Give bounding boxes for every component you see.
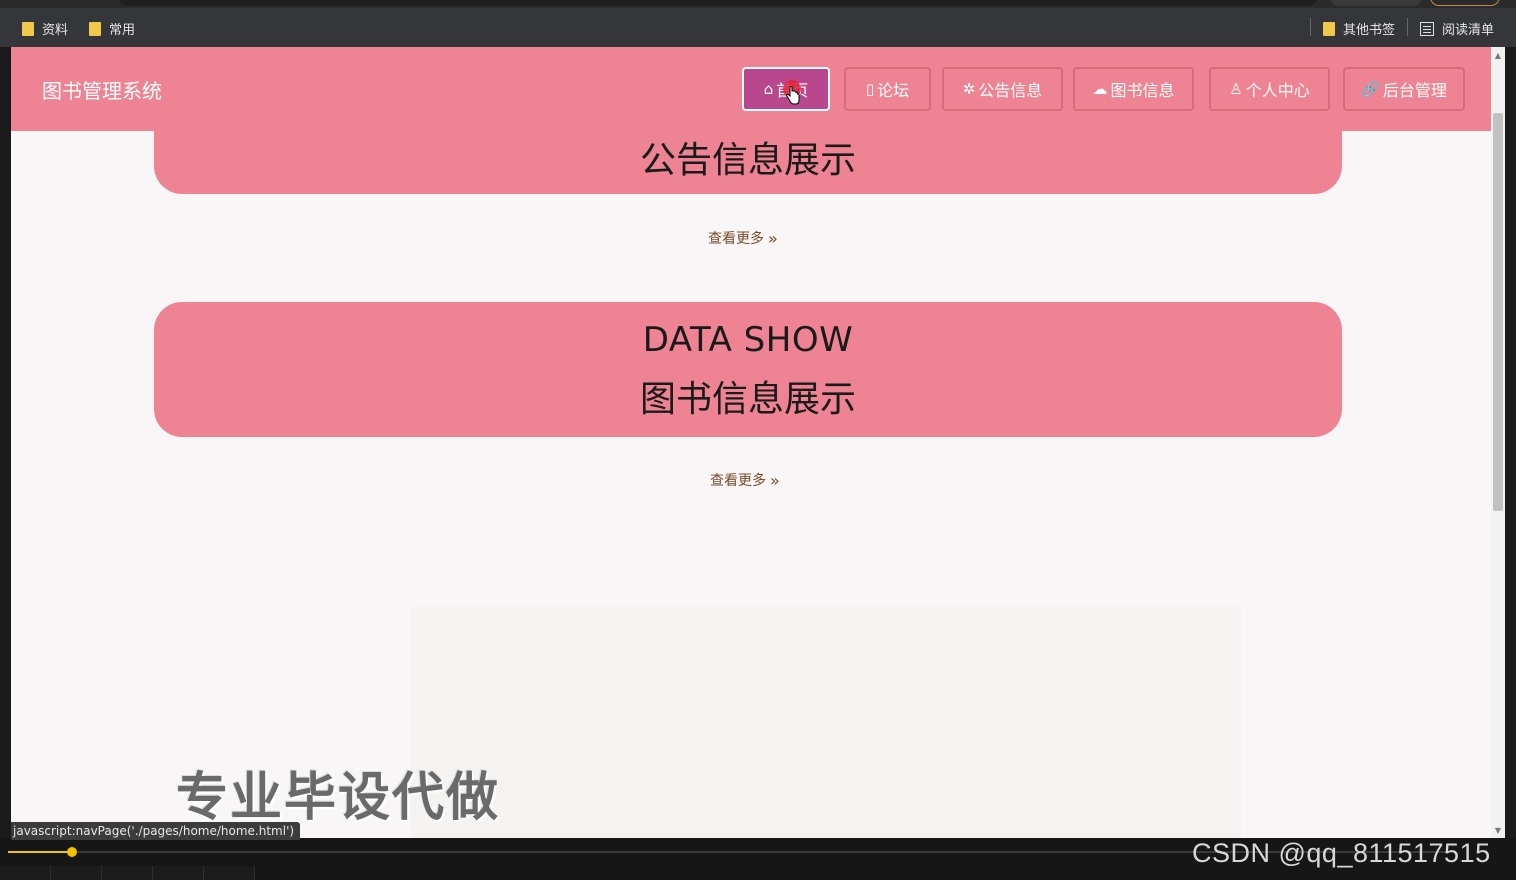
watermark-text: 专业毕设代做: [176, 768, 501, 828]
double-chevron-right-icon: ››: [770, 470, 780, 490]
screen: 资料 常用 其他书签 阅读清单 图书管理系统 ⌂ 首页 ▯ 论坛: [0, 0, 1516, 880]
update-button[interactable]: [1430, 0, 1500, 6]
scroll-down-arrow-icon[interactable]: ▼: [1493, 826, 1503, 836]
nav-label: 后台管理: [1382, 81, 1447, 100]
player-control[interactable]: [153, 866, 204, 880]
nav-label: 个人中心: [1245, 81, 1310, 100]
player-controls: [0, 866, 260, 880]
site-header: 图书管理系统 ⌂ 首页 ▯ 论坛 ✲ 公告信息 ☁ 图书信息 ♙ 个人中心: [11, 47, 1491, 131]
nav-profile[interactable]: ♙ 个人中心: [1209, 67, 1330, 111]
cloud-icon: ☁: [1092, 80, 1108, 98]
site-brand: 图书管理系统: [42, 79, 162, 103]
double-chevron-right-icon: ››: [768, 228, 778, 248]
bookmark-divider: [1407, 18, 1408, 36]
bookmarks-bar: 资料 常用 其他书签 阅读清单: [0, 8, 1516, 47]
books-section-banner: DATA SHOW 图书信息展示: [154, 302, 1342, 437]
nav-label: 图书信息: [1110, 81, 1175, 100]
hand-cursor-icon: [785, 86, 800, 105]
books-more-link[interactable]: 查看更多 ››: [710, 470, 780, 490]
player-control[interactable]: [0, 866, 51, 880]
link-icon: 🔗: [1361, 80, 1380, 98]
more-label: 查看更多: [708, 231, 764, 247]
nav-admin[interactable]: 🔗 后台管理: [1343, 67, 1465, 111]
bookmark-label: 其他书签: [1343, 23, 1396, 38]
bookmark-label: 常用: [109, 23, 136, 38]
player-control[interactable]: [102, 866, 153, 880]
reading-list-label: 阅读清单: [1442, 23, 1495, 38]
notice-icon: ✲: [962, 80, 976, 98]
video-player-bar: CSDN @qq_811517515: [0, 838, 1516, 880]
bookmark-label: 资料: [42, 23, 69, 38]
link-status-bar: javascript:navPage('./pages/home/home.ht…: [11, 822, 301, 840]
notice-more-link[interactable]: 查看更多 ››: [708, 228, 778, 248]
nav-label: 公告信息: [978, 81, 1043, 100]
address-bar[interactable]: [118, 0, 1318, 6]
home-icon: ⌂: [763, 80, 774, 98]
bookmark-folder-ziliao[interactable]: 资料: [22, 19, 68, 38]
notice-section-title: 公告信息展示: [639, 140, 856, 181]
browser-toolbar: [0, 0, 1516, 8]
profile-button[interactable]: [1330, 0, 1422, 6]
scrollbar-thumb[interactable]: [1493, 113, 1503, 511]
content-placeholder: [411, 607, 1241, 838]
csdn-credit: CSDN @qq_811517515: [1192, 838, 1491, 868]
nav-label: 论坛: [877, 81, 910, 100]
folder-icon: [1323, 21, 1335, 36]
forum-icon: ▯: [865, 80, 875, 98]
nav-books[interactable]: ☁ 图书信息: [1073, 67, 1194, 111]
user-icon: ♙: [1229, 80, 1243, 98]
bookmark-folder-changyong[interactable]: 常用: [89, 19, 135, 38]
progress-played: [8, 851, 72, 853]
player-control[interactable]: [204, 866, 255, 880]
nav-notice[interactable]: ✲ 公告信息: [942, 67, 1063, 111]
bookmark-divider: [1310, 18, 1311, 36]
bookmark-folder-other[interactable]: 其他书签: [1323, 19, 1395, 38]
page-viewport: 图书管理系统 ⌂ 首页 ▯ 论坛 ✲ 公告信息 ☁ 图书信息 ♙ 个人中心: [11, 47, 1491, 838]
scroll-up-arrow-icon[interactable]: ▲: [1493, 51, 1503, 61]
folder-icon: [22, 21, 34, 36]
progress-knob[interactable]: [67, 847, 77, 857]
reading-list-button[interactable]: 阅读清单: [1420, 19, 1494, 38]
folder-icon: [89, 21, 101, 36]
player-control[interactable]: [51, 866, 102, 880]
books-section-title-en: DATA SHOW: [642, 320, 854, 360]
books-section-title-cn: 图书信息展示: [639, 379, 856, 420]
reading-list-icon: [1420, 21, 1434, 36]
more-label: 查看更多: [710, 473, 766, 489]
nav-forum[interactable]: ▯ 论坛: [844, 67, 931, 111]
